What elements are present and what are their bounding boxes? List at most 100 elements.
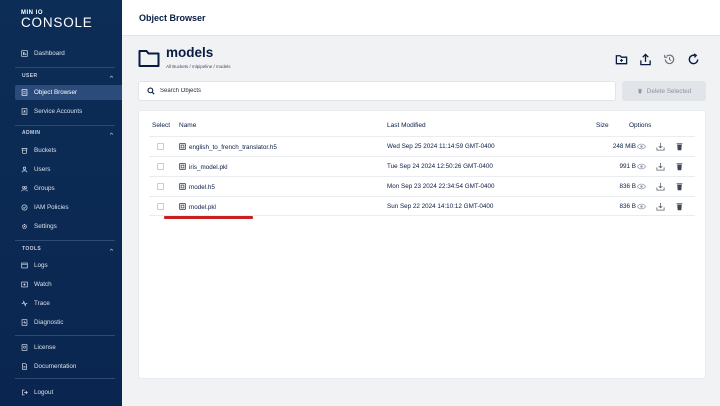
settings-icon [22, 224, 27, 229]
row-size: 836 B [619, 183, 636, 190]
sidebar-item-label: Trace [34, 300, 50, 307]
sidebar-item-label: Dashboard [34, 50, 65, 57]
delete-selected-button[interactable]: Delete Selected [622, 81, 706, 101]
folder-icon [138, 50, 160, 67]
eye-icon [636, 143, 647, 150]
logs-icon [21, 262, 28, 269]
highlight-underline [164, 216, 253, 219]
sidebar-item-object-browser[interactable]: Object Browser [15, 85, 122, 100]
delete-button[interactable] [675, 142, 684, 151]
row-last-modified: Tue Sep 24 2024 12:50:26 GMT-0400 [387, 163, 493, 170]
row-select-checkbox[interactable] [157, 203, 164, 210]
download-button[interactable] [656, 142, 665, 151]
object-browser-icon [21, 89, 28, 96]
sidebar-divider [15, 335, 115, 336]
iam-policies-icon [21, 204, 28, 211]
sidebar-item-iam-policies[interactable]: IAM Policies [15, 200, 122, 215]
sidebar-item-diagnostic[interactable]: Diagnostic [15, 315, 122, 330]
chevron-up-icon [109, 132, 114, 135]
documentation-icon [22, 363, 27, 370]
upload-button[interactable] [638, 52, 652, 66]
row-name[interactable]: english_to_french_translator.h5 [179, 143, 277, 151]
sidebar-section-user[interactable]: USER [22, 73, 114, 79]
preview-button[interactable] [636, 182, 647, 191]
sidebar-item-service-accounts[interactable]: Service Accounts [15, 104, 122, 119]
row-select-checkbox[interactable] [157, 183, 164, 190]
download-button[interactable] [656, 182, 665, 191]
row-name[interactable]: model.pkl [179, 203, 216, 211]
chevron-up-icon [109, 75, 114, 78]
sidebar-item-label: License [34, 344, 56, 351]
users-icon [21, 166, 28, 173]
sidebar-item-label: Groups [34, 185, 55, 192]
table-row[interactable]: iris_model.pkl Tue Sep 24 2024 12:50:26 … [149, 156, 695, 176]
delete-button[interactable] [675, 162, 684, 171]
preview-button[interactable] [636, 162, 647, 171]
column-header-select: Select [152, 122, 171, 129]
trash-icon [676, 203, 683, 211]
sidebar-item-users[interactable]: Users [15, 162, 122, 177]
sidebar-item-dashboard[interactable]: Dashboard [15, 46, 122, 61]
table-row[interactable]: model.pkl Sun Sep 22 2024 14:10:12 GMT-0… [149, 196, 695, 216]
sidebar-item-groups[interactable]: Groups [15, 181, 122, 196]
sidebar-item-label: Diagnostic [34, 319, 64, 326]
logout-icon [22, 389, 28, 396]
search-input[interactable] [160, 88, 560, 94]
eye-icon [636, 183, 647, 190]
chevron-up-icon [109, 248, 114, 251]
sidebar-item-documentation[interactable]: Documentation [15, 359, 122, 374]
download-icon [656, 162, 665, 171]
minio-console-logo[interactable]: MIN IO CONSOLE [21, 10, 93, 30]
preview-button[interactable] [636, 202, 647, 211]
delete-button[interactable] [675, 182, 684, 191]
sidebar-section-tools[interactable]: TOOLS [22, 246, 114, 252]
file-icon [179, 183, 186, 190]
row-size: 836 B [619, 203, 636, 210]
sidebar-item-label: IAM Policies [34, 204, 69, 211]
refresh-button[interactable] [686, 52, 700, 66]
delete-button[interactable] [675, 202, 684, 211]
row-size: 248 MiB [612, 143, 636, 150]
sidebar-divider [15, 240, 115, 241]
download-button[interactable] [656, 162, 665, 171]
row-size: 991 B [619, 163, 636, 170]
sidebar-item-label: Watch [34, 281, 52, 288]
bucket-name: models [166, 45, 214, 60]
row-name[interactable]: model.h5 [179, 183, 215, 191]
column-header-size[interactable]: Size [596, 122, 609, 129]
file-icon [179, 203, 186, 210]
trash-icon [637, 88, 642, 94]
sidebar-item-buckets[interactable]: Buckets [15, 143, 122, 158]
sidebar-item-logs[interactable]: Logs [15, 258, 122, 273]
table-row[interactable]: model.h5 Mon Sep 23 2024 22:34:54 GMT-04… [149, 176, 695, 196]
eye-icon [636, 203, 647, 210]
top-header: Object Browser [122, 0, 720, 36]
sidebar-section-admin[interactable]: ADMIN [22, 130, 114, 136]
trash-icon [676, 143, 683, 151]
breadcrumb[interactable]: All Buckets / mlpipeline / models [166, 64, 231, 69]
row-name[interactable]: iris_model.pkl [179, 163, 228, 171]
sidebar-item-license[interactable]: License [15, 340, 122, 355]
table-row[interactable]: english_to_french_translator.h5 Wed Sep … [149, 136, 695, 156]
sidebar-item-watch[interactable]: Watch [15, 277, 122, 292]
download-button[interactable] [656, 202, 665, 211]
sidebar-item-settings[interactable]: Settings [15, 219, 122, 234]
dashboard-icon [21, 50, 28, 57]
upload-icon [639, 52, 651, 65]
new-folder-button[interactable] [614, 52, 628, 66]
sidebar-divider [15, 67, 115, 68]
rewind-history-button[interactable] [662, 52, 676, 66]
preview-button[interactable] [636, 142, 647, 151]
sidebar-item-trace[interactable]: Trace [15, 296, 122, 311]
search-bar[interactable] [138, 81, 616, 101]
new-folder-icon [615, 54, 627, 64]
delete-selected-label: Delete Selected [646, 87, 692, 95]
column-header-name[interactable]: Name [179, 122, 196, 129]
sidebar-item-label: Users [34, 166, 51, 173]
sidebar-item-logout[interactable]: Logout [15, 385, 122, 400]
download-icon [656, 142, 665, 151]
row-select-checkbox[interactable] [157, 163, 164, 170]
column-header-last-modified[interactable]: Last Modified [387, 122, 426, 129]
row-select-checkbox[interactable] [157, 143, 164, 150]
download-icon [656, 202, 665, 211]
